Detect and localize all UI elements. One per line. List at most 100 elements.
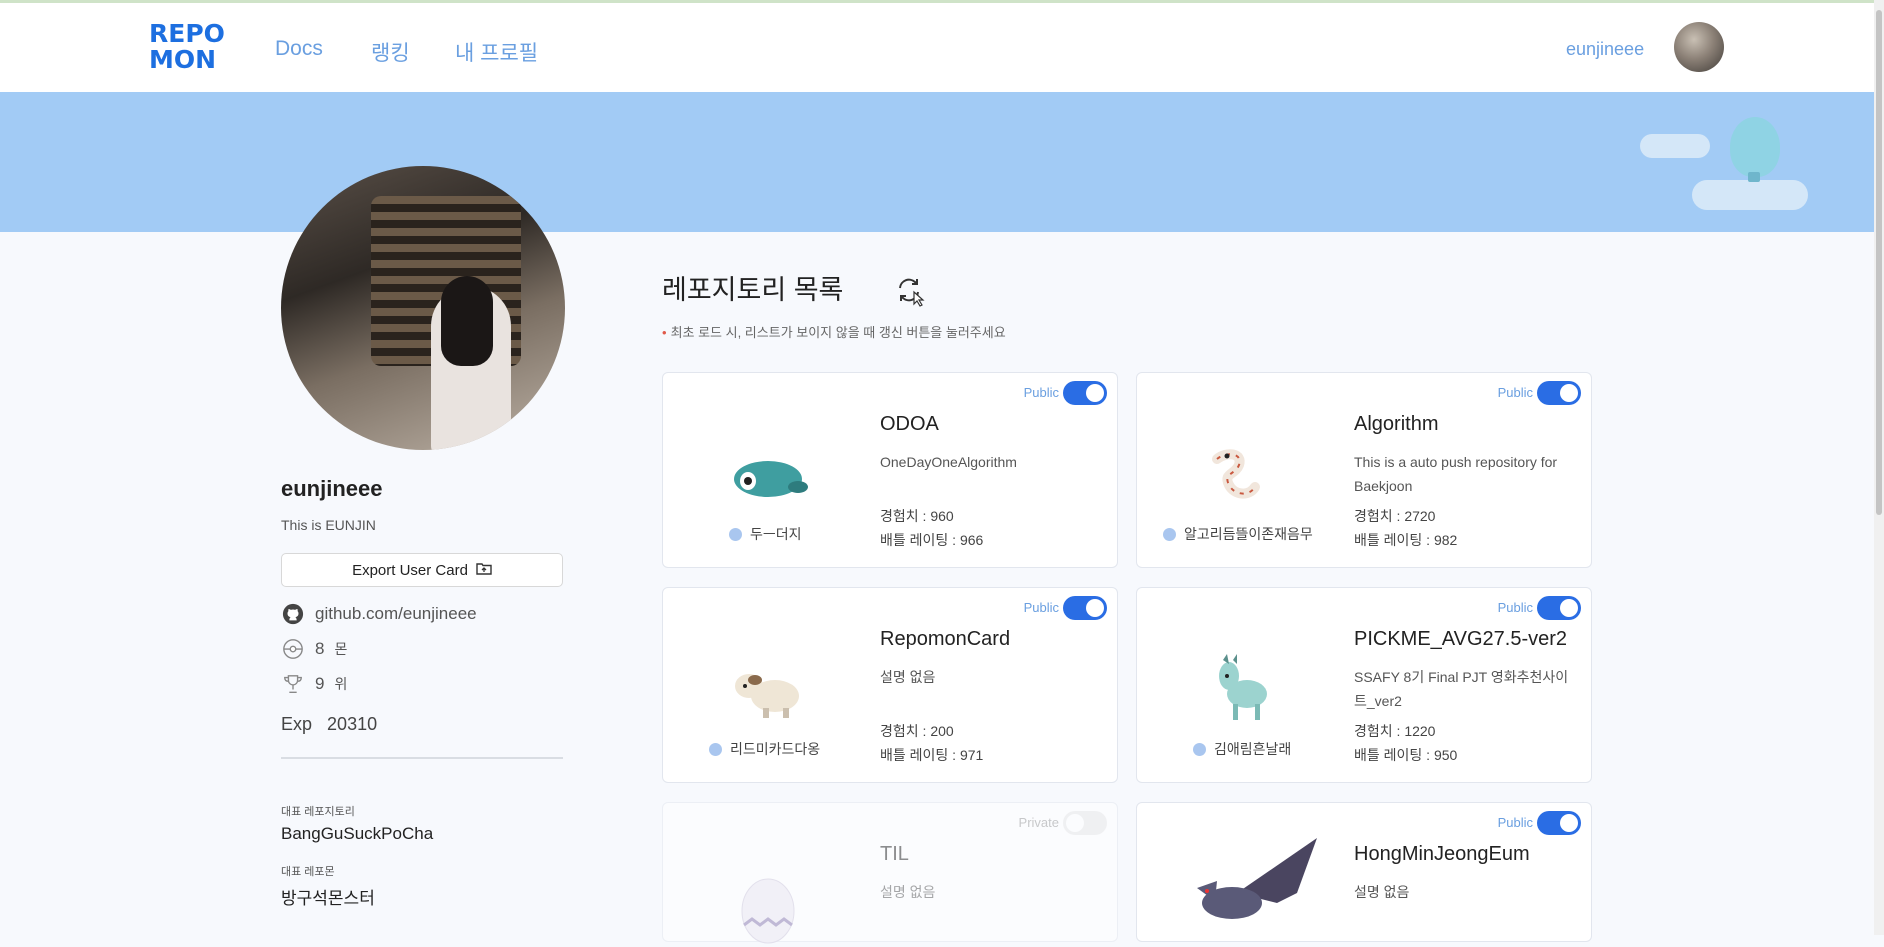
repo-card[interactable]: Public 두ㅡ더지 ODOA OneDayOneAlgorithm 경험치 … (662, 372, 1118, 568)
monster-name-row: 김애림흔날래 (1193, 739, 1291, 759)
profile-divider (281, 757, 563, 759)
monster-name-row: 알고리듬뜰이존재음무 (1163, 524, 1313, 544)
visibility-toggle[interactable] (1537, 811, 1581, 835)
profile-bio: This is EUNJIN (281, 517, 376, 533)
rep-mon-label: 대표 레포몬 (281, 866, 335, 878)
visibility-toggle[interactable] (1063, 596, 1107, 620)
trophy-icon (281, 672, 305, 696)
exp-stat-label: 경험치 : (880, 508, 931, 524)
repo-name: Algorithm (1354, 413, 1439, 435)
exp-stat-label: 경험치 : (1354, 508, 1405, 524)
refresh-button[interactable] (892, 272, 928, 308)
rating-stat: 배틀 레이팅 : 971 (880, 745, 983, 765)
rep-repo-label: 대표 레포지토리 (281, 806, 355, 818)
repo-card[interactable]: Private TIL 설명 없음 (662, 802, 1118, 944)
repo-name: RepomonCard (880, 628, 1011, 650)
exp-stat: 경험치 : 1220 (1354, 721, 1435, 741)
balloon-decoration (1730, 117, 1780, 177)
monster-name: 두ㅡ더지 (750, 526, 802, 542)
monster-name: 알고리듬뜰이존재음무 (1184, 526, 1313, 542)
rank-value: 9 (315, 674, 325, 693)
repo-name: HongMinJeongEum (1354, 843, 1530, 865)
nav-avatar[interactable] (1674, 22, 1724, 72)
visibility-toggle[interactable] (1537, 596, 1581, 620)
exp-stat-value: 960 (930, 508, 954, 524)
monster-name-row: 두ㅡ더지 (729, 524, 802, 544)
profile-username: eunjineee (281, 476, 383, 501)
rating-stat: 배틀 레이팅 : 982 (1354, 530, 1457, 550)
rank-unit: 위 (334, 676, 348, 692)
mole-monster-icon (734, 461, 808, 497)
nav-link-docs[interactable]: Docs (275, 37, 323, 61)
github-link[interactable]: github.com/eunjineee (315, 604, 477, 624)
monster-count: 8 (315, 639, 325, 658)
repo-name: ODOA (880, 413, 939, 435)
snake-monster-icon (1212, 449, 1260, 499)
logo-line-2: MON (149, 45, 217, 74)
rep-mon-value: 방구석몬스터 (281, 889, 375, 908)
logo-line-1: REPO (149, 19, 225, 48)
repo-description: 설명 없음 (880, 884, 936, 900)
nav-link-ranking[interactable]: 랭킹 (371, 37, 410, 67)
visibility-toggle[interactable] (1537, 381, 1581, 405)
visibility-toggle[interactable] (1063, 381, 1107, 405)
export-icon (476, 560, 492, 580)
monster-name-row: 리드미카드다옹 (709, 739, 820, 759)
monster-count-row: 8 몬 (281, 637, 347, 661)
export-button-label: Export User Card (352, 561, 468, 579)
repo-description: 설명 없음 (880, 669, 936, 685)
github-row[interactable]: github.com/eunjineee (281, 602, 477, 626)
export-user-card-button[interactable]: Export User Card (281, 553, 563, 587)
exp-stat: 경험치 : 960 (880, 506, 954, 526)
refresh-icon (899, 278, 925, 307)
egg-icon (741, 878, 795, 944)
rating-stat-value: 982 (1433, 532, 1458, 548)
visibility-label: Public (1497, 815, 1533, 830)
monster-name: 리드미카드다옹 (730, 741, 821, 757)
nav-link-my-profile[interactable]: 내 프로필 (455, 37, 538, 67)
exp-stat-value: 1220 (1404, 723, 1436, 739)
repo-description: 설명 없음 (1354, 884, 1410, 900)
dragon-monster-icon (1197, 838, 1317, 919)
repo-card[interactable]: Public 리드미카드다옹 RepomonCard 설명 없음 경험치 : 2… (662, 587, 1118, 783)
repo-card[interactable]: Public 알고리듬뜰이존재음무 Algorithm This is a au… (1136, 372, 1592, 568)
github-icon (281, 602, 305, 626)
exp-stat-value: 2720 (1404, 508, 1436, 524)
rating-stat-label: 배틀 레이팅 : (1354, 532, 1434, 548)
rating-stat: 배틀 레이팅 : 966 (880, 530, 983, 550)
rating-stat-value: 966 (959, 532, 984, 548)
profile-banner (0, 92, 1874, 232)
visibility-label: Public (1497, 600, 1533, 615)
repo-card[interactable]: Public HongMinJeongEum 설명 없음 (1136, 802, 1592, 942)
exp-label: Exp (281, 714, 313, 734)
exp-stat: 경험치 : 2720 (1354, 506, 1435, 526)
rating-stat-label: 배틀 레이팅 : (880, 747, 960, 763)
donkey-monster-icon (1219, 654, 1267, 720)
rating-stat-value: 950 (1433, 747, 1458, 763)
puppy-monster-icon (735, 674, 799, 718)
monster-count-unit: 몬 (334, 641, 348, 657)
page-scrollbar-thumb[interactable] (1876, 10, 1882, 515)
visibility-label: Public (1023, 385, 1059, 400)
cloud-decoration (1640, 134, 1710, 158)
rank-row: 9 위 (281, 672, 347, 696)
exp-value: 20310 (327, 714, 378, 734)
profile-photo (281, 166, 565, 450)
monster-name: 김애림흔날래 (1214, 741, 1292, 757)
rating-stat-label: 배틀 레이팅 : (880, 532, 960, 548)
visibility-toggle[interactable] (1063, 811, 1107, 835)
refresh-notice: • 최초 로드 시, 리스트가 보이지 않을 때 갱신 버튼을 눌러주세요 (662, 325, 1006, 340)
repo-name: TIL (880, 843, 909, 865)
repo-description: SSAFY 8기 Final PJT 영화추천사이트_ver2 (1354, 669, 1569, 709)
rating-stat-value: 971 (959, 747, 984, 763)
nav-username[interactable]: eunjineee (1566, 39, 1644, 60)
repo-card[interactable]: Public 김애림흔날래 PICKME_AVG27.5-ver2 SSAFY … (1136, 587, 1592, 783)
cloud-decoration (1692, 180, 1808, 210)
repo-name: PICKME_AVG27.5-ver2 (1354, 628, 1568, 650)
exp-stat-value: 200 (930, 723, 954, 739)
exp-stat-label: 경험치 : (1354, 723, 1405, 739)
refresh-notice-text: 최초 로드 시, 리스트가 보이지 않을 때 갱신 버튼을 눌러주세요 (670, 325, 1006, 340)
repomon-logo[interactable]: REPO MON (149, 21, 229, 77)
visibility-label: Public (1497, 385, 1533, 400)
repo-description: OneDayOneAlgorithm (880, 454, 1017, 470)
